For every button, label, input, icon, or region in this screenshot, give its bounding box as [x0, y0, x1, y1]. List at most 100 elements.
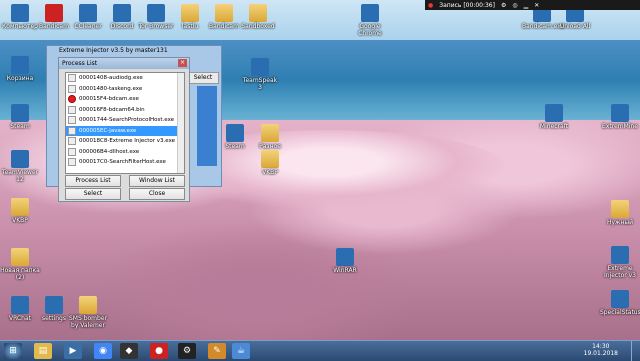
- desktop-icon-vkbp[interactable]: VKBP: [0, 198, 40, 224]
- folder-icon: [249, 4, 267, 22]
- record-icon: ●: [428, 1, 434, 9]
- process-icon: [68, 126, 76, 135]
- process-name: 000018C8-Extreme Injector v3.exe: [79, 138, 176, 145]
- close-button[interactable]: Close: [129, 188, 185, 200]
- desktop-icon-label: Extreme Injector v3: [604, 265, 636, 279]
- app-icon: [611, 104, 629, 122]
- folder-icon: [261, 150, 279, 168]
- camera-icon[interactable]: ◎: [512, 2, 517, 9]
- desktop-icon-label: ExtremMine: [602, 123, 638, 130]
- clock-time: 14:30: [592, 343, 610, 350]
- bandicam-icon[interactable]: ●: [150, 343, 168, 359]
- process-row[interactable]: 000017C0-SearchFilterHost.exe: [66, 157, 184, 168]
- desktop-icon-label: Нужный: [606, 219, 634, 226]
- desktop-icon-teamspeak[interactable]: TeamSpeak 3: [240, 58, 280, 91]
- desktop-icon-label: WinRAR: [333, 267, 357, 274]
- process-name: 000006B4-dllhost.exe: [79, 148, 140, 155]
- clock-date: 19.01.2018: [583, 350, 618, 357]
- unity-icon[interactable]: ◆: [120, 343, 138, 359]
- desktop-icon-label: Разное: [259, 143, 281, 150]
- desktop-icon-winrar[interactable]: WinRAR: [325, 248, 365, 274]
- process-list-title-bar[interactable]: Process List ×: [59, 58, 189, 69]
- app-icon: [226, 124, 244, 142]
- app-icon: [11, 4, 29, 22]
- process-name: 00001480-taskeng.exe: [79, 85, 143, 92]
- folder-icon: [11, 248, 29, 266]
- gear-icon[interactable]: ⚙: [178, 343, 196, 359]
- desktop-icon-more-folder[interactable]: Разное: [250, 124, 290, 150]
- app-icon: [45, 4, 63, 22]
- desktop-icon-label: Unload All: [559, 23, 591, 30]
- process-row[interactable]: 000015F4-bdcam.exe: [66, 94, 184, 105]
- process-row[interactable]: 000018C8-Extreme Injector v3.exe: [66, 136, 184, 147]
- app-icon: [251, 58, 269, 76]
- desktop-icon-chrome[interactable]: Google Chrome: [350, 4, 390, 37]
- app-icon: [611, 246, 629, 264]
- settings-icon[interactable]: ⚙: [501, 2, 506, 9]
- show-desktop-button[interactable]: [631, 341, 640, 361]
- desktop-icon-extrememine[interactable]: ExtremMine: [600, 104, 640, 130]
- process-list-dialog[interactable]: Process List × 00001408-audiodg.exe 00001…: [58, 57, 190, 202]
- injector-title: Extreme Injector v3.5 by master131: [59, 47, 168, 54]
- process-icon: [68, 84, 76, 93]
- scrollbar[interactable]: [177, 73, 184, 173]
- process-icon: [68, 105, 76, 114]
- app-icon: [11, 104, 29, 122]
- clock[interactable]: 14:30 19.01.2018: [584, 343, 618, 357]
- start-button[interactable]: ⊞: [4, 343, 22, 359]
- desktop-icon-new-folder[interactable]: Новая папка (2): [0, 248, 40, 281]
- process-row[interactable]: 00001744-SearchProtocolHost.exe: [66, 115, 184, 126]
- minimize-icon[interactable]: ▁: [524, 2, 529, 9]
- window-list-button[interactable]: Window List: [129, 175, 185, 187]
- folder-icon: [79, 296, 97, 314]
- desktop-icon-folder3[interactable]: Sandboxed: [238, 4, 278, 30]
- desktop-icon-r1[interactable]: Нужный: [600, 200, 640, 226]
- desktop-icon-vkb[interactable]: VKBP: [250, 150, 290, 176]
- desktop-icon-extreme[interactable]: Extreme Injector v3: [600, 246, 640, 279]
- desktop-icon-label: Корзина: [6, 75, 34, 82]
- recording-bar[interactable]: ● Запись [00:00:36] ⚙ ◎ ▁ ✕: [425, 0, 640, 10]
- select-button[interactable]: Select: [65, 188, 121, 200]
- process-list-button[interactable]: Process List: [65, 175, 121, 187]
- process-list-title: Process List: [62, 60, 98, 67]
- process-listbox[interactable]: 00001408-audiodg.exe 00001480-taskeng.exe…: [65, 72, 185, 174]
- close-icon[interactable]: ✕: [534, 2, 539, 9]
- process-icon: [68, 74, 76, 83]
- app-icon: [147, 4, 165, 22]
- desktop-icon-label: VKBP: [12, 217, 28, 224]
- process-name: 000017C0-SearchFilterHost.exe: [79, 159, 166, 166]
- desktop-icon-r2[interactable]: SpecialStatus: [600, 290, 640, 316]
- process-row[interactable]: 00001408-audiodg.exe: [66, 73, 184, 84]
- chrome-icon[interactable]: ◉: [94, 343, 112, 359]
- desktop-icon-label: SpecialStatus: [600, 309, 640, 316]
- process-name: 000016F8-bdcam64.bin: [79, 106, 145, 113]
- process-row[interactable]: 00001480-taskeng.exe: [66, 84, 184, 95]
- process-row[interactable]: 000016F8-bdcam64.bin: [66, 105, 184, 116]
- app-icon: [545, 104, 563, 122]
- desktop-icon-sms-bomber[interactable]: SMS bomber by Valemer: [68, 296, 108, 329]
- desktop-icon-trash[interactable]: Корзина: [0, 56, 40, 82]
- app-icon: [79, 4, 97, 22]
- process-name: 00001408-audiodg.exe: [79, 75, 143, 82]
- injector-select-button[interactable]: Select: [187, 72, 219, 84]
- app-icon: [11, 150, 29, 168]
- app-icon: [113, 4, 131, 22]
- java-icon[interactable]: ☕: [232, 343, 250, 359]
- process-row[interactable]: 000005EC-javaw.exe: [66, 125, 184, 136]
- desktop-icon-minecraft[interactable]: Minecraft: [534, 104, 574, 130]
- desktop-icon-teamviewer[interactable]: TeamViewer 12: [0, 150, 40, 183]
- app-icon: [361, 4, 379, 22]
- injector-icon[interactable]: ✎: [208, 343, 226, 359]
- desktop-icon-label: Новая папка (2): [0, 267, 40, 281]
- desktop-icon-label: Steam: [10, 123, 30, 130]
- desktop-icon-label: Sandboxed: [241, 23, 275, 30]
- desktop-icon-label: VKBP: [262, 169, 278, 176]
- desktop-icon-steam[interactable]: Steam: [0, 104, 40, 130]
- app-icon: [11, 296, 29, 314]
- process-icon: [68, 158, 76, 167]
- explorer-icon[interactable]: ▤: [34, 343, 52, 359]
- media-icon[interactable]: ▶: [64, 343, 82, 359]
- process-row[interactable]: 000006B4-dllhost.exe: [66, 147, 184, 158]
- injector-panel: [197, 86, 217, 166]
- close-icon[interactable]: ×: [178, 59, 187, 67]
